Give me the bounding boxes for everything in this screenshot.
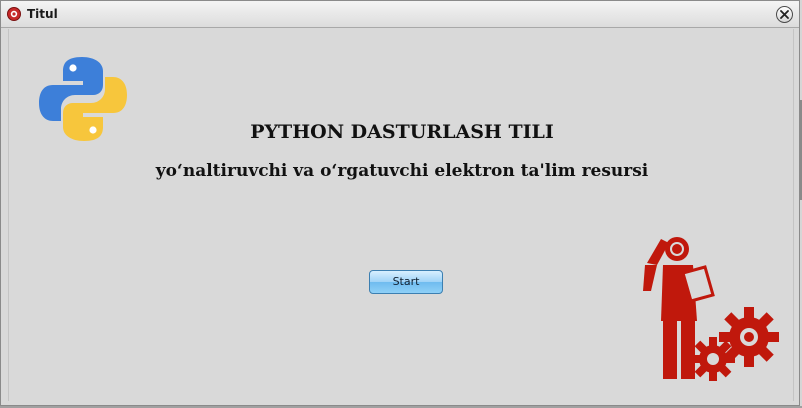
page-subtitle: yo‘naltiruvchi va o‘rgatuvchi elektron t…: [155, 161, 649, 181]
page-title: PYTHON DASTURLASH TILI: [250, 121, 554, 143]
close-button[interactable]: [776, 6, 793, 23]
app-icon: [7, 7, 21, 21]
start-button[interactable]: Start: [369, 270, 443, 294]
engineer-gears-icon: [643, 237, 779, 381]
application-window: Titul PYTHON DASTURLASH TILI yo‘naltiruv…: [0, 0, 800, 406]
title-bar[interactable]: Titul: [1, 1, 799, 28]
main-panel: PYTHON DASTURLASH TILI yo‘naltiruvchi va…: [8, 29, 794, 401]
close-icon: [780, 10, 789, 19]
window-title: Titul: [27, 7, 58, 21]
